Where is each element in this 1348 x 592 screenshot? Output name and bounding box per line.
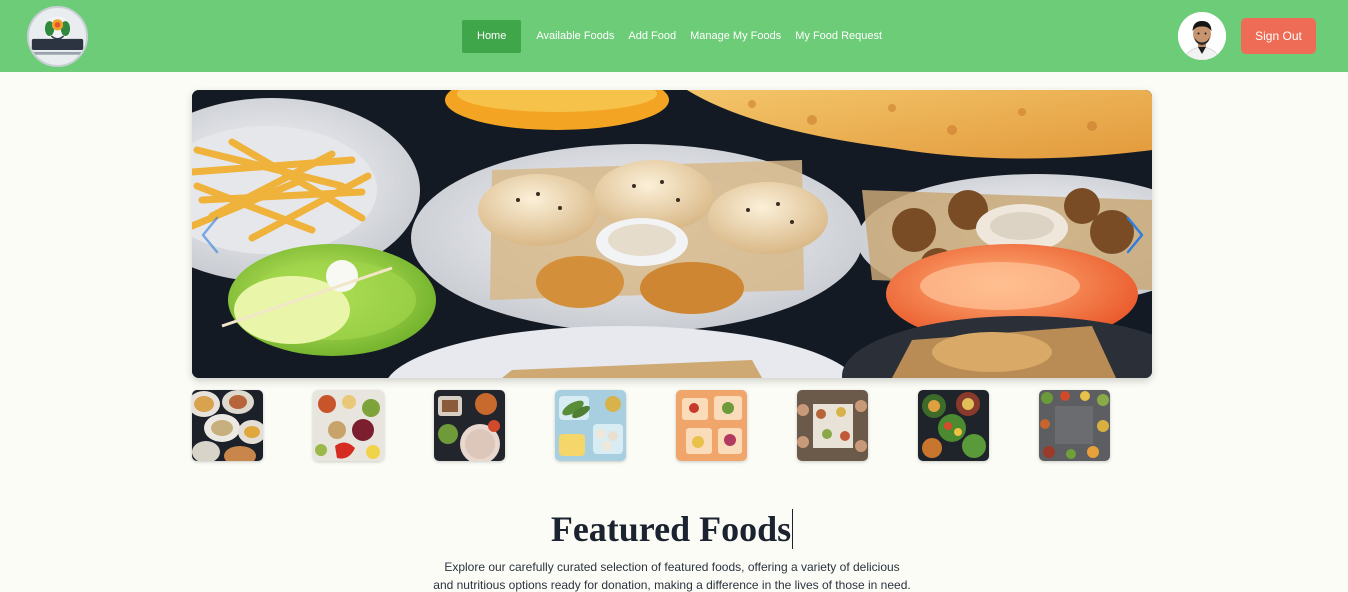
thumbnail-2[interactable] (313, 390, 384, 461)
thumbnail-4[interactable] (555, 390, 626, 461)
featured-title: Featured Foods (0, 508, 1344, 550)
hero-slider (192, 90, 1152, 378)
sign-out-button[interactable]: Sign Out (1241, 18, 1316, 54)
chevron-right-icon (1126, 216, 1144, 254)
nav-manage-my-foods-link[interactable]: Manage My Foods (683, 20, 788, 53)
thumbnail-8[interactable] (1039, 390, 1110, 461)
thumbnail-5[interactable] (676, 390, 747, 461)
site-logo[interactable] (27, 6, 88, 67)
thumbnail-food-image (313, 390, 384, 461)
thumbnail-food-image (797, 390, 868, 461)
user-avatar-image (1178, 12, 1226, 60)
featured-description-line-2: and nutritious options ready for donatio… (433, 578, 911, 592)
thumbnail-1[interactable] (192, 390, 263, 461)
thumbnail-food-image (434, 390, 505, 461)
nav-home-link[interactable]: Home (462, 20, 522, 53)
thumbnail-food-image (555, 390, 626, 461)
main-nav: Home Available Foods Add Food Manage My … (462, 20, 889, 53)
slider-next-button[interactable] (1124, 215, 1146, 255)
thumbnail-food-image (192, 390, 263, 461)
nav-available-foods-link[interactable]: Available Foods (529, 20, 621, 53)
featured-description: Explore our carefully curated selection … (424, 558, 920, 592)
navbar: Home Available Foods Add Food Manage My … (0, 0, 1348, 72)
thumbnail-6[interactable] (797, 390, 868, 461)
nav-my-food-request-link[interactable]: My Food Request (788, 20, 889, 53)
user-avatar[interactable] (1178, 12, 1226, 60)
slider-prev-button[interactable] (199, 215, 221, 255)
featured-description-line-1: Explore our carefully curated selection … (444, 560, 900, 574)
featured-title-text: Featured Foods (550, 509, 792, 549)
thumbnail-strip (0, 390, 1348, 462)
thumbnail-food-image (676, 390, 747, 461)
hero-food-image (192, 90, 1152, 378)
thumbnail-food-image (1039, 390, 1110, 461)
food-for-all-logo (29, 8, 86, 65)
thumbnail-food-image (918, 390, 989, 461)
text-cursor (792, 509, 794, 549)
thumbnail-7[interactable] (918, 390, 989, 461)
chevron-left-icon (201, 216, 219, 254)
nav-add-food-link[interactable]: Add Food (621, 20, 683, 53)
thumbnail-3[interactable] (434, 390, 505, 461)
